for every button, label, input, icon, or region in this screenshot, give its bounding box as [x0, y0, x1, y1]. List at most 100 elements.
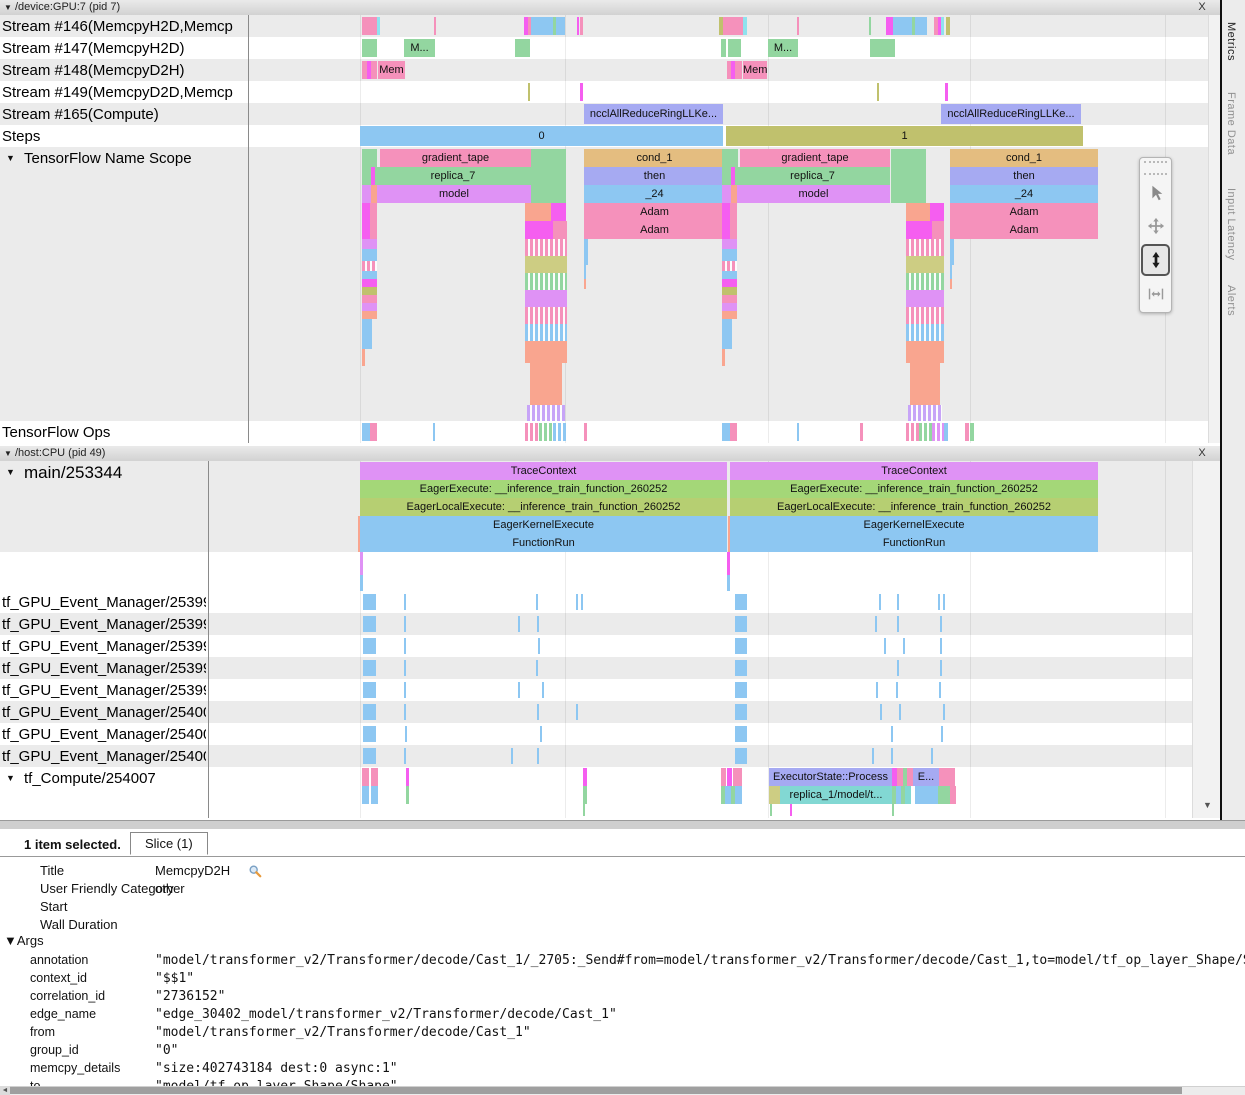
row-label[interactable]: tf_GPU_Event_Manager/253990 [2, 593, 206, 613]
selection-tool-button[interactable] [1142, 178, 1169, 208]
trace-event[interactable] [362, 221, 370, 239]
trace-event[interactable] [362, 203, 370, 221]
trace-event[interactable] [910, 363, 940, 391]
trace-event[interactable] [910, 391, 940, 405]
trace-event[interactable] [362, 149, 377, 167]
trace-event[interactable] [518, 682, 520, 698]
trace-event[interactable] [869, 17, 871, 35]
trace-event[interactable] [363, 704, 376, 720]
trace-event[interactable] [525, 273, 567, 290]
trace-event[interactable] [370, 423, 377, 441]
trace-event[interactable]: ExecutorState::Process [769, 768, 892, 786]
trace-event[interactable] [553, 221, 567, 239]
trace-event[interactable] [770, 804, 772, 816]
trace-event[interactable]: EagerExecute: __inference_train_function… [360, 480, 727, 498]
trace-event[interactable] [371, 61, 377, 79]
trace-event[interactable]: EagerLocalExecute: __inference_train_fun… [360, 498, 727, 516]
trace-event[interactable]: Mem [378, 61, 405, 79]
trace-event[interactable] [722, 271, 737, 279]
trace-event[interactable]: Adam [950, 221, 1098, 239]
trace-event[interactable] [903, 638, 905, 654]
trace-event[interactable] [362, 319, 372, 349]
trace-event[interactable] [735, 748, 747, 764]
trace-event[interactable]: M... [404, 39, 435, 57]
timing-tool-button[interactable] [1142, 279, 1169, 309]
timeline-row[interactable] [0, 767, 1192, 818]
trace-event[interactable] [362, 303, 377, 311]
trace-event[interactable] [919, 423, 932, 441]
trace-event[interactable] [722, 221, 730, 239]
zoom-tool-button[interactable] [1141, 244, 1170, 276]
trace-event[interactable] [404, 704, 406, 720]
trace-event[interactable] [576, 594, 578, 610]
trace-event[interactable] [531, 149, 566, 167]
trace-event[interactable] [362, 279, 377, 287]
trace-event[interactable]: replica_7 [735, 167, 890, 185]
trace-event[interactable] [537, 704, 539, 720]
trace-event[interactable] [950, 239, 954, 265]
trace-event[interactable] [943, 594, 945, 610]
trace-event[interactable] [556, 17, 565, 35]
side-tab-frame-data[interactable]: Frame Data [1225, 92, 1237, 155]
trace-event[interactable] [728, 39, 741, 57]
trace-event[interactable] [362, 167, 371, 185]
trace-event[interactable] [539, 423, 553, 441]
trace-event[interactable] [876, 682, 878, 698]
trace-event[interactable] [931, 748, 933, 764]
trace-event[interactable] [377, 17, 380, 35]
trace-event[interactable] [404, 660, 406, 676]
trace-event[interactable]: then [950, 167, 1098, 185]
trace-event[interactable] [527, 405, 565, 421]
trace-event[interactable] [362, 786, 369, 804]
trace-event[interactable] [735, 616, 747, 632]
trace-event[interactable] [727, 575, 730, 591]
trace-event[interactable] [406, 786, 409, 804]
row-label[interactable]: main/253344 [24, 463, 122, 483]
trace-event[interactable] [362, 271, 377, 279]
trace-event[interactable] [906, 273, 944, 290]
trace-event[interactable] [584, 423, 587, 441]
trace-event[interactable]: ncclAllReduceRingLLKe... [584, 104, 723, 124]
trace-event[interactable] [915, 786, 938, 804]
trace-event[interactable] [943, 704, 945, 720]
collapse-arrow-icon[interactable]: ▼ [6, 153, 15, 163]
trace-event[interactable] [540, 726, 542, 742]
trace-event[interactable] [879, 594, 881, 610]
trace-event[interactable] [525, 221, 553, 239]
trace-event[interactable] [511, 748, 513, 764]
row-label[interactable]: Steps [2, 127, 40, 147]
trace-event[interactable] [363, 748, 376, 764]
scroll-down-arrow-icon[interactable]: ▼ [1203, 800, 1212, 810]
trace-event[interactable] [727, 768, 732, 786]
row-label[interactable]: tf_GPU_Event_Manager/253999 [2, 681, 206, 701]
row-label[interactable]: tf_GPU_Event_Manager/254005 [2, 747, 206, 767]
trace-event[interactable] [769, 786, 780, 804]
trace-event[interactable] [940, 638, 942, 654]
trace-event[interactable]: EagerLocalExecute: __inference_train_fun… [730, 498, 1098, 516]
trace-event[interactable] [530, 391, 562, 405]
trace-event[interactable] [537, 616, 539, 632]
trace-event[interactable] [536, 660, 538, 676]
trace-event[interactable] [860, 423, 863, 441]
row-label[interactable]: Stream #149(MemcpyD2D,Memcp [2, 83, 233, 103]
trace-event[interactable] [433, 423, 435, 441]
trace-event[interactable] [733, 768, 742, 786]
trace-event[interactable] [730, 203, 737, 221]
trace-event[interactable] [932, 423, 944, 441]
trace-event[interactable] [950, 265, 952, 279]
trace-event[interactable] [525, 203, 551, 221]
trace-event[interactable] [551, 203, 566, 221]
collapse-arrow-icon[interactable]: ▼ [4, 3, 12, 12]
trace-event[interactable] [906, 341, 944, 363]
trace-event[interactable] [404, 682, 406, 698]
trace-event[interactable] [891, 167, 926, 185]
trace-event[interactable] [730, 221, 737, 239]
trace-event[interactable] [531, 185, 566, 203]
row-label[interactable]: TensorFlow Name Scope [24, 149, 192, 169]
trace-event[interactable] [362, 287, 377, 295]
trace-event[interactable] [722, 311, 737, 319]
trace-event[interactable] [727, 552, 730, 575]
trace-event[interactable] [370, 203, 377, 221]
trace-event[interactable]: replica_7 [375, 167, 531, 185]
trace-event[interactable]: Mem [743, 61, 767, 79]
